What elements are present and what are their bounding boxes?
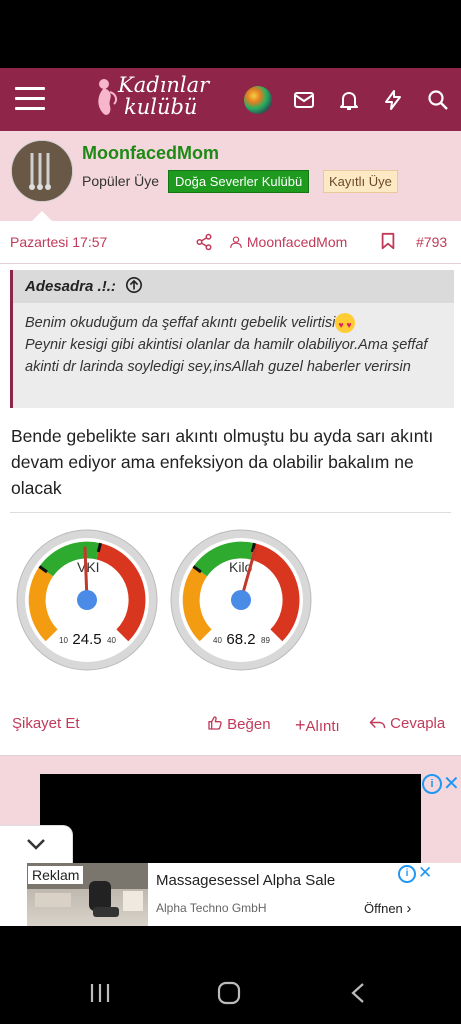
weight-gauge: Kilo 40 89 68.2 [170,529,312,671]
chevron-down-icon [27,839,45,850]
reply-arrow-icon [369,717,386,729]
bookmark-icon[interactable] [380,232,396,250]
gauge-label: VKI [77,559,100,575]
quote-header: Adesadra .!.: [13,270,454,303]
banner-ad[interactable]: Reklam Massagesessel Alpha Sale Alpha Te… [0,863,461,926]
heart-eyes-emoji-icon [335,313,356,336]
system-navigation-bar [0,926,461,1024]
recent-apps-icon[interactable] [89,983,111,1003]
collapse-ad-button[interactable] [0,825,73,865]
post-message: Bende gebelikte sarı akıntı olmuştu bu a… [11,426,434,498]
user-rank: Popüler Üye [82,173,160,189]
gauge-max-label: 89 [261,636,270,645]
ad-close-icon[interactable]: ✕ [418,863,432,883]
quote-text-rest: Peynir kesigi gibi akintisi olanlar da h… [25,337,428,375]
report-button[interactable]: Şikayet Et [12,715,80,732]
user-icon [230,236,242,248]
quote-label: Alıntı [305,718,340,735]
post-date[interactable]: Pazartesi 17:57 [10,234,107,250]
video-ad[interactable] [40,774,421,864]
chevron-right-icon: › [406,900,412,917]
bell-icon[interactable] [337,88,361,112]
quote-text: Benim okuduğum da şeffaf akıntı gebelik … [25,312,445,378]
quote-text-line1: Benim okuduğum da şeffaf akıntı gebelik … [25,315,336,331]
ad-advertiser: Alpha Techno GmbH [156,901,267,915]
search-icon[interactable] [426,88,450,112]
divider [10,512,451,513]
home-icon[interactable] [217,981,241,1005]
top-navbar: Kadınlar kulübü [0,68,461,131]
forum-post: Pazartesi 17:57 MoonfacedMom #793 Adesad… [0,221,461,756]
globe-icon[interactable] [244,86,272,114]
quote-button[interactable]: +Alıntı [295,715,340,736]
ad-info-icon[interactable]: i [398,865,416,883]
post-author-name: MoonfacedMom [246,234,348,250]
ad-title[interactable]: Massagesessel Alpha Sale [156,872,335,889]
post-actions: Şikayet Et Beğen +Alıntı Cevapla [0,715,461,745]
quote-author[interactable]: Adesadra .!.: [25,278,116,295]
gauge-value: 24.5 [72,631,101,648]
arrow-up-circle-icon[interactable] [125,276,143,294]
like-label: Beğen [227,716,271,733]
status-bar [0,0,461,68]
ad-close-icon[interactable]: ✕ [443,771,460,796]
gauge-value: 68.2 [226,631,255,648]
post-author[interactable]: MoonfacedMom [229,234,347,250]
ad-open-button[interactable]: Öffnen › [364,900,411,917]
quote-block: Adesadra .!.: Benim okuduğum da şeffaf a… [10,270,454,408]
gauge-min-label: 10 [59,636,68,645]
share-icon[interactable] [195,233,213,251]
back-icon[interactable] [350,982,366,1004]
reply-button[interactable]: Cevapla [369,715,445,732]
user-profile-bar: MoonfacedMom Popüler Üye Doğa Severler K… [0,131,461,221]
like-button[interactable]: Beğen [207,715,271,733]
gauge-min-label: 40 [213,636,222,645]
menu-icon[interactable] [15,87,45,111]
post-number[interactable]: #793 [416,234,447,250]
ad-label: Reklam [28,866,84,884]
thumbs-up-icon [208,716,222,730]
gauge-max-label: 40 [107,636,116,645]
mail-icon[interactable] [292,88,316,112]
post-meta: Pazartesi 17:57 MoonfacedMom #793 [0,221,461,264]
logo-text: Kadınlar kulübü [118,74,209,118]
lightning-icon[interactable] [381,88,405,112]
bmi-gauge: VKI 10 40 24.5 [16,529,158,671]
plus-icon: + [295,715,306,735]
profile-pointer [32,211,52,221]
profile-username[interactable]: MoonfacedMom [82,143,219,164]
reply-label: Cevapla [390,715,446,732]
avatar[interactable] [11,140,73,202]
ad-open-label: Öffnen [364,901,403,916]
logo-line2: kulübü [124,95,198,119]
ad-info-icon[interactable]: i [422,774,442,794]
logo-line1: Kadınlar [118,73,210,97]
club-badge[interactable]: Doğa Severler Kulübü [168,170,310,193]
member-badge: Kayıtlı Üye [323,170,398,193]
